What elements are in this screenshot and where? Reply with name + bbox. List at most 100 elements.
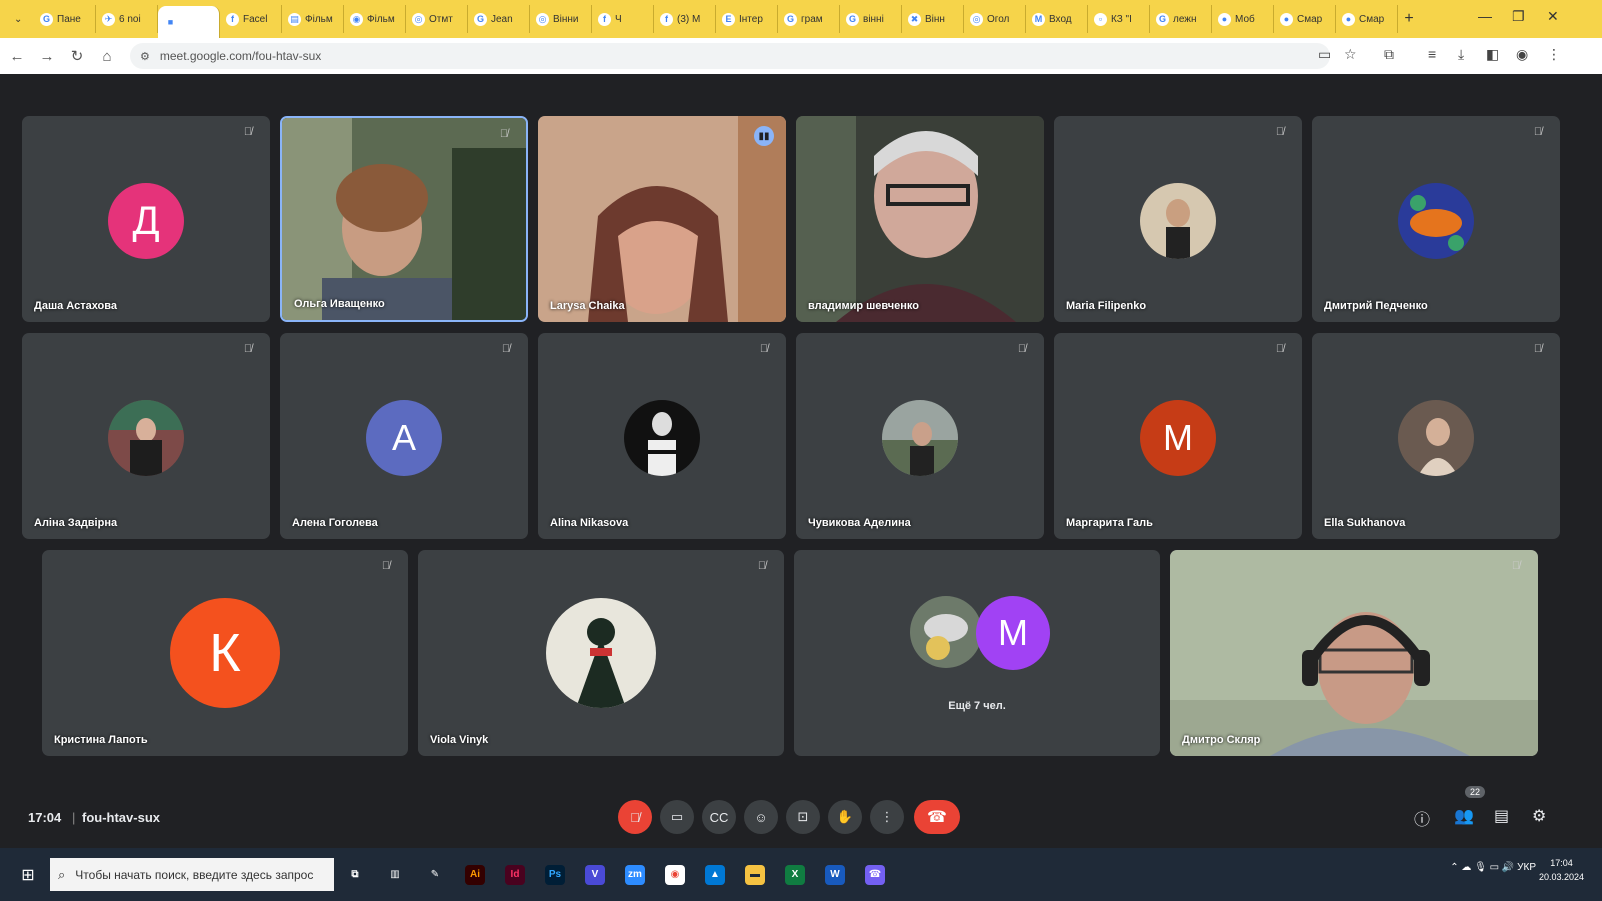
browser-tab[interactable]: f (3) M: [654, 5, 716, 33]
restore-icon[interactable]: ❐: [1512, 8, 1525, 25]
home-icon[interactable]: ⌂: [94, 48, 120, 65]
browser-tab[interactable]: fЧ: [592, 5, 654, 33]
browser-tab[interactable]: ● Смар: [1274, 5, 1336, 33]
browser-tab[interactable]: ● Моб: [1212, 5, 1274, 33]
browser-tab[interactable]: ◎ Вінни: [530, 5, 592, 33]
taskbar-search-box[interactable]: ⌕ Чтобы начать поиск, введите здесь запр…: [50, 858, 334, 891]
people-count-badge: 22: [1465, 786, 1486, 798]
browser-tab[interactable]: E Інтер: [716, 5, 778, 33]
participant-tile[interactable]: М 🎙̸ Маргарита Галь: [1054, 333, 1302, 539]
back-icon[interactable]: ←: [4, 48, 30, 65]
info-icon[interactable]: ⓘ: [1414, 806, 1430, 830]
taskbar-clock[interactable]: 17:04 20.03.2024: [1539, 856, 1584, 884]
app-glyph: Ps: [545, 864, 565, 885]
participant-tile[interactable]: 🎙̸ Alina Nikasova: [538, 333, 786, 539]
browser-tab[interactable]: f Facel: [220, 5, 282, 33]
browser-tab[interactable]: ■: [158, 6, 220, 38]
taskbar-app-icon[interactable]: V: [576, 858, 614, 891]
taskbar-app-icon[interactable]: Id: [496, 858, 534, 891]
participant-tile[interactable]: 🎙̸ Ella Sukhanova: [1312, 333, 1560, 539]
browser-tab[interactable]: Gлежн: [1150, 5, 1212, 33]
browser-tab[interactable]: ◎ Огол: [964, 5, 1026, 33]
media-icon[interactable]: ≡: [1428, 46, 1436, 62]
camera-toggle-button[interactable]: ▭: [660, 800, 694, 834]
browser-tab[interactable]: ▫ КЗ "І: [1088, 5, 1150, 33]
camera-permission-icon[interactable]: ▭: [1318, 46, 1331, 63]
participant-tile-video[interactable]: ▮▮ Larysa Chaika: [538, 116, 786, 322]
taskbar-app-icon[interactable]: Ps: [536, 858, 574, 891]
taskbar-app-icon[interactable]: ◉: [656, 858, 694, 891]
menu-icon[interactable]: ⋮: [1547, 46, 1561, 63]
participant-tile[interactable]: 🎙̸ Чувикова Аделина: [796, 333, 1044, 539]
language-indicator[interactable]: УКР: [1517, 862, 1536, 873]
taskbar-app-icon[interactable]: W: [816, 858, 854, 891]
notepad-icon[interactable]: ▥: [376, 858, 414, 891]
participant-tile[interactable]: 🎙̸ Дмитрий Педченко: [1312, 116, 1560, 322]
taskbar-app-icon[interactable]: ☎: [856, 858, 894, 891]
taskbar-app-icon[interactable]: ▬: [736, 858, 774, 891]
activities-icon[interactable]: ⚙: [1532, 806, 1546, 826]
participant-tile[interactable]: К 🎙̸ Кристина Лапоть: [42, 550, 408, 756]
minimize-icon[interactable]: —: [1478, 8, 1492, 24]
site-info-icon[interactable]: ⚙: [140, 50, 150, 63]
people-icon[interactable]: 👥: [1454, 806, 1474, 826]
browser-tab[interactable]: G Jean: [468, 5, 530, 33]
captions-button[interactable]: CC: [702, 800, 736, 834]
speaking-indicator-icon: ▮▮: [754, 126, 774, 146]
browser-tab[interactable]: Gграм: [778, 5, 840, 33]
avatar-initial: А: [366, 400, 442, 476]
participant-tile-video[interactable]: 🎙̸ Дмитро Скляр: [1170, 550, 1538, 756]
taskbar-app-icon[interactable]: zm: [616, 858, 654, 891]
browser-tab[interactable]: ● Смар: [1336, 5, 1398, 33]
profile-icon[interactable]: ◉: [1516, 46, 1528, 63]
reactions-button[interactable]: ☺: [744, 800, 778, 834]
tab-label: Отмт: [429, 13, 453, 25]
system-tray[interactable]: ⌃ ☁ 🎙 ▭ 🔊 УКР: [1450, 862, 1536, 873]
participant-tile[interactable]: Д 🎙̸ Даша Астахова: [22, 116, 270, 322]
more-options-button[interactable]: ⋮: [870, 800, 904, 834]
pen-app-icon[interactable]: ✎: [416, 858, 454, 891]
mic-toggle-button[interactable]: 🎙̸: [618, 800, 652, 834]
participant-name: Даша Астахова: [34, 300, 118, 312]
close-window-icon[interactable]: ✕: [1547, 8, 1559, 25]
participant-tile-video[interactable]: 🎙̸ Ольга Иващенко: [280, 116, 528, 322]
raise-hand-button[interactable]: ✋: [828, 800, 862, 834]
sidepanel-icon[interactable]: ◧: [1486, 46, 1499, 63]
browser-tab[interactable]: ▤ Фільм: [282, 5, 344, 33]
bookmark-star-icon[interactable]: ☆: [1344, 46, 1357, 63]
browser-tab[interactable]: ✖ Вінн: [902, 5, 964, 33]
new-tab-button[interactable]: +: [1398, 10, 1420, 28]
tab-search-icon[interactable]: ⌄: [14, 14, 34, 25]
participant-tile[interactable]: 🎙̸ Аліна Задвірна: [22, 333, 270, 539]
tab-favicon-icon: f: [660, 12, 673, 26]
participant-tile[interactable]: 🎙̸ Maria Filipenko: [1054, 116, 1302, 322]
browser-tab[interactable]: M Вход: [1026, 5, 1088, 33]
reload-icon[interactable]: ↻: [64, 47, 90, 65]
leave-call-button[interactable]: ☎: [914, 800, 960, 834]
participant-tile-video[interactable]: владимир шевченко: [796, 116, 1044, 322]
task-view-icon[interactable]: ⧉: [336, 858, 374, 891]
browser-tab[interactable]: G Пане: [34, 5, 96, 33]
mic-off-icon: 🎙̸: [1275, 343, 1285, 355]
participant-tile[interactable]: А 🎙̸ Алена Гоголева: [280, 333, 528, 539]
present-button[interactable]: ⊡: [786, 800, 820, 834]
mic-off-icon: 🎙̸: [243, 343, 253, 355]
forward-icon[interactable]: →: [34, 48, 60, 65]
download-icon[interactable]: ⤓: [1458, 46, 1464, 63]
browser-tab[interactable]: ◉ Фільм: [344, 5, 406, 33]
taskbar-app-icon[interactable]: Ai: [456, 858, 494, 891]
tab-label: Вінни: [553, 13, 579, 25]
chat-icon[interactable]: ▤: [1494, 806, 1509, 826]
windows-start-icon[interactable]: ⊞: [10, 865, 46, 885]
avatar-initial: Д: [108, 183, 184, 259]
taskbar-app-icon[interactable]: X: [776, 858, 814, 891]
others-tile[interactable]: М Ещё 7 чел.: [794, 550, 1160, 756]
browser-tab[interactable]: Gвінні: [840, 5, 902, 33]
participant-tile[interactable]: 🎙̸ Viola Vinyk: [418, 550, 784, 756]
tab-strip: ⌄ G Пане ✈ 6 noi ■ f Facel ▤ Фільм ◉ Фільм ◎ Отмт G Je…: [0, 0, 1602, 38]
taskbar-app-icon[interactable]: ▲: [696, 858, 734, 891]
extensions-icon[interactable]: ⧉: [1384, 46, 1394, 63]
browser-tab[interactable]: ◎ Отмт: [406, 5, 468, 33]
url-field[interactable]: ⚙ meet.google.com/fou-htav-sux: [130, 43, 1330, 69]
browser-tab[interactable]: ✈ 6 noi: [96, 5, 158, 33]
